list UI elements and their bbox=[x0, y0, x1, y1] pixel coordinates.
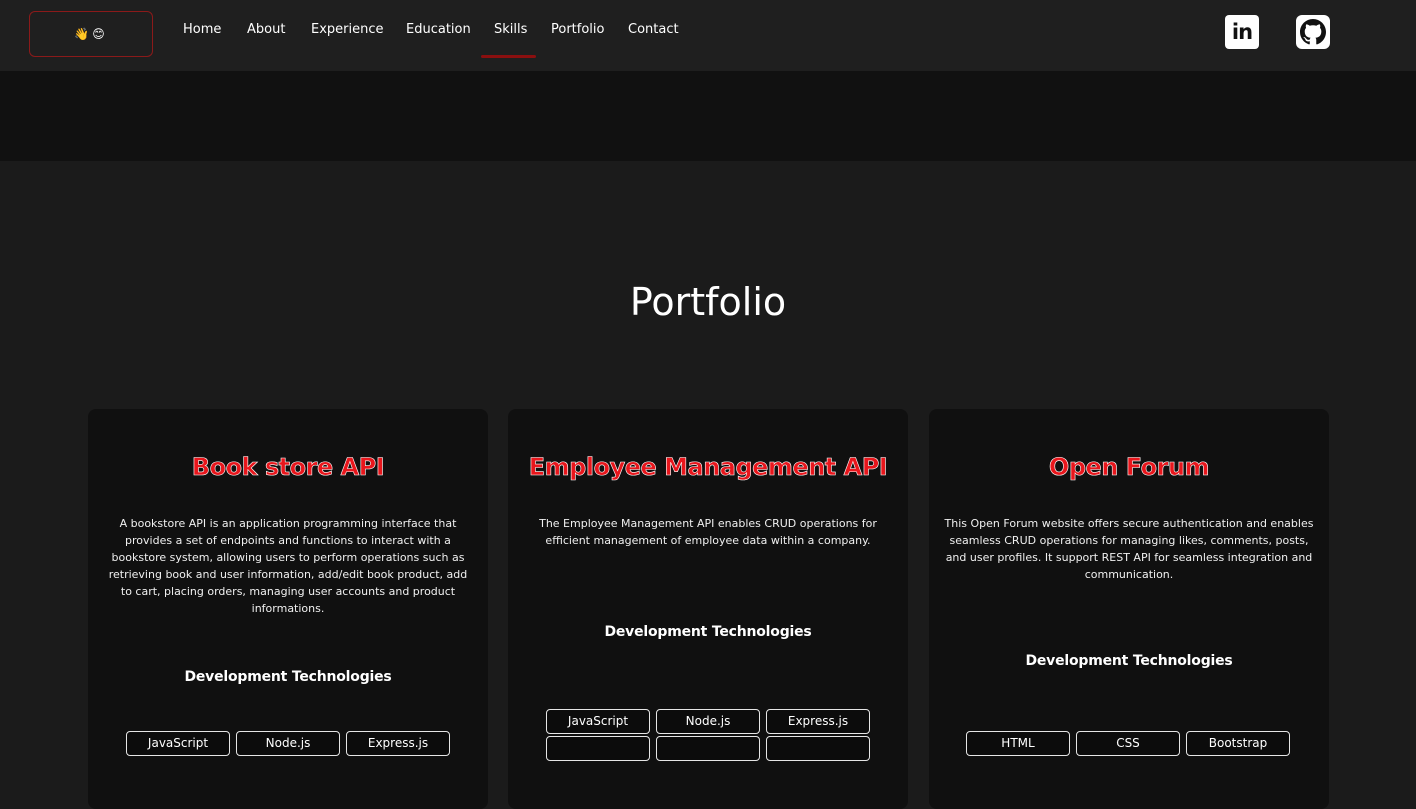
portfolio-card-open-forum: Open Forum This Open Forum website offer… bbox=[929, 409, 1329, 809]
card-title: Open Forum bbox=[1048, 453, 1210, 482]
nav-link-portfolio[interactable]: Portfolio bbox=[551, 22, 604, 42]
logo-text: 👋😊 bbox=[74, 27, 108, 41]
card-description: A bookstore API is an application progra… bbox=[108, 517, 468, 615]
section-title: Portfolio bbox=[629, 280, 787, 324]
logo-button[interactable]: 👋😊 bbox=[29, 11, 153, 57]
linkedin-icon[interactable]: in bbox=[1225, 15, 1259, 49]
nav-link-experience[interactable]: Experience bbox=[311, 22, 384, 42]
github-logo-icon bbox=[1300, 19, 1326, 45]
navbar: 👋😊 Home About Experience Education Skill… bbox=[0, 0, 1416, 71]
card-title: Employee Management API bbox=[528, 453, 888, 482]
tech-tag-row2 bbox=[546, 736, 650, 761]
linkedin-label: in bbox=[1231, 19, 1253, 44]
tech-tag: Node.js bbox=[656, 709, 760, 734]
tech-tag-row2 bbox=[766, 736, 870, 761]
nav-link-education[interactable]: Education bbox=[406, 22, 471, 42]
card-subtitle: Development Technologies bbox=[604, 624, 812, 640]
card-description: This Open Forum website offers secure au… bbox=[944, 517, 1314, 581]
card-title: Book store API bbox=[191, 453, 385, 482]
tech-tag: Express.js bbox=[766, 709, 870, 734]
portfolio-card-employee-api: Employee Management API The Employee Man… bbox=[508, 409, 908, 809]
card-subtitle: Development Technologies bbox=[1025, 653, 1233, 669]
nav-link-about[interactable]: About bbox=[247, 22, 285, 42]
card-description: The Employee Management API enables CRUD… bbox=[539, 517, 877, 547]
nav-link-contact[interactable]: Contact bbox=[628, 22, 679, 42]
nav-link-skills[interactable]: Skills bbox=[494, 22, 527, 42]
github-icon[interactable] bbox=[1296, 15, 1330, 49]
nav-link-home[interactable]: Home bbox=[183, 22, 221, 42]
header-band bbox=[0, 71, 1416, 161]
card-subtitle: Development Technologies bbox=[184, 669, 392, 685]
active-nav-indicator bbox=[481, 55, 536, 58]
tech-tag-row2 bbox=[656, 736, 760, 761]
tech-tag: JavaScript bbox=[546, 709, 650, 734]
portfolio-card-bookstore: Book store API A bookstore API is an app… bbox=[88, 409, 488, 809]
